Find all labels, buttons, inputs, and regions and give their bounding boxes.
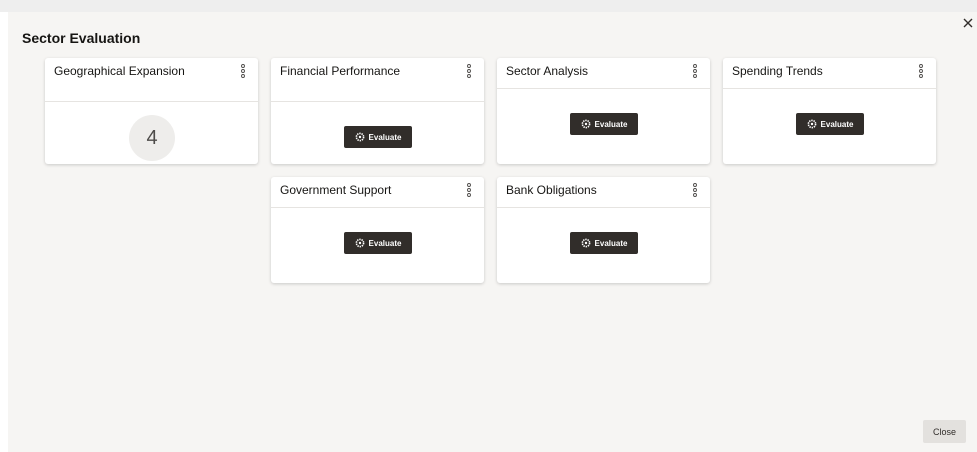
evaluate-button[interactable]: Evaluate — [570, 113, 638, 135]
kebab-menu-icon — [467, 183, 471, 197]
card-header: Sector Analysis — [497, 58, 710, 89]
card-spending-trends: Spending Trends Evaluate — [723, 58, 936, 164]
card-header: Financial Performance — [271, 58, 484, 102]
evaluate-label: Evaluate — [368, 132, 402, 142]
card-title: Geographical Expansion — [54, 64, 185, 78]
card-title: Government Support — [280, 183, 392, 197]
dialog-close-button[interactable] — [959, 14, 977, 32]
gear-icon — [581, 238, 590, 248]
card-menu-button[interactable] — [689, 62, 701, 80]
kebab-menu-icon — [919, 64, 923, 78]
card-title: Spending Trends — [732, 64, 823, 78]
card-title: Financial Performance — [280, 64, 401, 78]
evaluate-label: Evaluate — [368, 238, 402, 248]
gear-icon — [355, 238, 364, 248]
evaluate-button[interactable]: Evaluate — [570, 232, 638, 254]
kebab-menu-icon — [241, 64, 245, 78]
close-button[interactable]: Close — [923, 420, 966, 443]
card-header: Spending Trends — [723, 58, 936, 89]
top-strip — [0, 0, 977, 12]
sector-evaluation-dialog: Sector Evaluation Geographical Expansion… — [8, 12, 977, 452]
kebab-menu-icon — [467, 64, 471, 78]
card-header: Government Support — [271, 177, 484, 208]
card-geographical-expansion: Geographical Expansion 4 — [45, 58, 258, 164]
evaluate-button[interactable]: Evaluate — [344, 126, 412, 148]
evaluate-button[interactable]: Evaluate — [796, 113, 864, 135]
card-government-support: Government Support Evaluate — [271, 177, 484, 283]
card-count-badge[interactable]: 4 — [129, 115, 175, 161]
card-title: Bank Obligations — [506, 183, 597, 197]
card-menu-button[interactable] — [915, 62, 927, 80]
gear-icon — [581, 119, 590, 129]
evaluate-button[interactable]: Evaluate — [344, 232, 412, 254]
kebab-menu-icon — [693, 183, 697, 197]
card-header: Geographical Expansion — [45, 58, 258, 102]
evaluate-label: Evaluate — [594, 238, 628, 248]
card-menu-button[interactable] — [237, 62, 249, 80]
card-title: Sector Analysis — [506, 64, 589, 78]
card-sector-analysis: Sector Analysis Evaluate — [497, 58, 710, 164]
dialog-title: Sector Evaluation — [22, 30, 141, 46]
evaluate-label: Evaluate — [820, 119, 854, 129]
kebab-menu-icon — [693, 64, 697, 78]
card-menu-button[interactable] — [689, 181, 701, 199]
evaluate-label: Evaluate — [594, 119, 628, 129]
card-financial-performance: Financial Performance Evaluate — [271, 58, 484, 164]
card-menu-button[interactable] — [463, 62, 475, 80]
close-icon — [963, 18, 973, 28]
gear-icon — [355, 132, 364, 142]
card-menu-button[interactable] — [463, 181, 475, 199]
card-bank-obligations: Bank Obligations Evaluate — [497, 177, 710, 283]
card-header: Bank Obligations — [497, 177, 710, 208]
gear-icon — [807, 119, 816, 129]
